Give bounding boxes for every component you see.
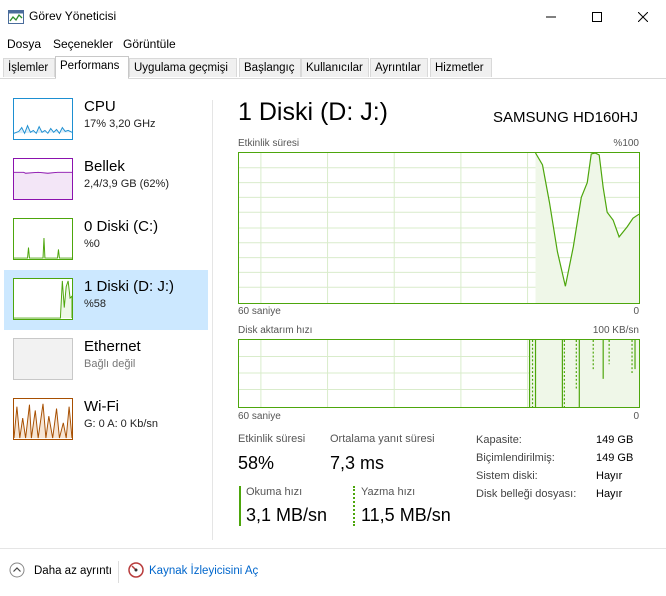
tab-users[interactable]: Kullanıcılar xyxy=(301,58,369,77)
disk0-thumbnail-graph xyxy=(13,218,73,260)
footer-divider xyxy=(118,561,119,583)
close-icon xyxy=(638,11,648,22)
ethernet-thumbnail-graph xyxy=(13,338,73,380)
resource-monitor-icon xyxy=(128,562,144,578)
write-speed-value: 11,5 MB/sn xyxy=(361,505,451,525)
response-time-label: Ortalama yanıt süresi xyxy=(330,433,435,445)
response-time-value: 7,3 ms xyxy=(330,453,385,473)
close-button[interactable] xyxy=(620,0,666,33)
page-file-value: Hayır xyxy=(596,488,623,500)
tab-app-history[interactable]: Uygulama geçmişi xyxy=(129,58,237,77)
active-time-label: Etkinlik süresi xyxy=(238,433,306,445)
active-time-graph xyxy=(238,152,640,304)
menu-file[interactable]: Dosya xyxy=(7,37,41,51)
graph-transfer-left-axis: 60 saniye xyxy=(238,411,281,422)
transfer-rate-graph xyxy=(238,339,640,408)
minimize-icon xyxy=(546,16,556,17)
memory-thumbnail-graph xyxy=(13,158,73,200)
sidebar-item-label: Wi-Fi xyxy=(84,398,119,415)
sidebar-item-subtext: 17% 3,20 GHz xyxy=(84,118,156,130)
graph-active-left-axis: 60 saniye xyxy=(238,306,281,317)
formatted-value: 149 GB xyxy=(596,452,634,464)
disk1-thumbnail-graph xyxy=(13,278,73,320)
task-manager-icon xyxy=(8,10,24,24)
graph-transfer-label: Disk aktarım hızı xyxy=(238,325,313,336)
maximize-icon xyxy=(592,11,602,22)
fewer-details-button[interactable]: Daha az ayrıntı xyxy=(34,565,112,577)
capacity-label: Kapasite: xyxy=(476,434,522,446)
sidebar-item-subtext: %58 xyxy=(84,298,107,310)
sidebar-item-subtext: %0 xyxy=(84,238,100,250)
sidebar-item-cpu[interactable]: CPU 17% 3,20 GHz xyxy=(4,90,208,150)
sidebar-item-ethernet[interactable]: Ethernet Bağlı değil xyxy=(4,330,208,390)
sidebar-item-disk1[interactable]: 1 Diski (D: J:) %58 xyxy=(4,270,208,330)
formatted-label: Biçimlendirilmiş: xyxy=(476,452,555,464)
maximize-button[interactable] xyxy=(574,0,620,33)
tab-strip: İşlemler Performans Uygulama geçmişi Baş… xyxy=(0,56,666,79)
sidebar-item-label: 1 Diski (D: J:) xyxy=(84,278,174,295)
open-resource-monitor-link[interactable]: Kaynak İzleyicisini Aç xyxy=(149,565,258,577)
cpu-thumbnail-graph xyxy=(13,98,73,140)
active-time-value: 58% xyxy=(238,453,275,473)
disk-model: SAMSUNG HD160HJ xyxy=(492,109,638,126)
graph-active-right-axis: 0 xyxy=(633,306,639,317)
resource-sidebar: CPU 17% 3,20 GHz Bellek 2,4/3,9 GB (62%)… xyxy=(0,80,212,540)
read-speed-label: Okuma hızı xyxy=(246,486,303,498)
graph-active-label: Etkinlik süresi xyxy=(238,138,300,149)
sidebar-item-memory[interactable]: Bellek 2,4/3,9 GB (62%) xyxy=(4,150,208,210)
menu-options[interactable]: Seçenekler xyxy=(53,37,113,51)
wifi-thumbnail-graph xyxy=(13,398,73,440)
window-title: Görev Yöneticisi xyxy=(29,9,117,23)
tab-details[interactable]: Ayrıntılar xyxy=(370,58,428,77)
sidebar-divider xyxy=(212,100,213,540)
chevron-up-icon[interactable] xyxy=(9,562,25,578)
read-speed-value: 3,1 MB/sn xyxy=(246,505,328,525)
tab-services[interactable]: Hizmetler xyxy=(430,58,492,77)
system-disk-value: Hayır xyxy=(596,470,623,482)
read-speed-indicator xyxy=(239,486,241,526)
sidebar-item-label: CPU xyxy=(84,98,116,115)
tab-performance[interactable]: Performans xyxy=(55,56,129,79)
sidebar-item-disk0[interactable]: 0 Diski (C:) %0 xyxy=(4,210,208,270)
menu-view[interactable]: Görüntüle xyxy=(123,37,176,51)
tab-processes[interactable]: İşlemler xyxy=(3,58,55,77)
tab-startup[interactable]: Başlangıç xyxy=(239,58,301,77)
sidebar-item-label: Ethernet xyxy=(84,338,141,355)
page-file-label: Disk belleği dosyası: xyxy=(476,488,577,500)
graph-active-max: %100 xyxy=(613,138,639,149)
menu-bar: Dosya Seçenekler Görüntüle xyxy=(0,34,666,54)
sidebar-item-subtext: Bağlı değil xyxy=(84,358,136,370)
minimize-button[interactable] xyxy=(528,0,574,33)
sidebar-item-wifi[interactable]: Wi-Fi G: 0 A: 0 Kb/sn xyxy=(4,390,208,450)
sidebar-item-label: Bellek xyxy=(84,158,125,175)
sidebar-item-subtext: 2,4/3,9 GB (62%) xyxy=(84,178,169,190)
capacity-value: 149 GB xyxy=(596,434,634,446)
graph-transfer-max: 100 KB/sn xyxy=(592,325,639,336)
title-bar: Görev Yöneticisi xyxy=(0,0,666,33)
page-title: 1 Diski (D: J:) xyxy=(238,98,388,126)
footer-bar: Daha az ayrıntı Kaynak İzleyicisini Aç xyxy=(0,548,666,596)
write-speed-label: Yazma hızı xyxy=(361,486,416,498)
system-disk-label: Sistem diski: xyxy=(476,470,538,482)
sidebar-item-subtext: G: 0 A: 0 Kb/sn xyxy=(84,418,158,430)
graph-transfer-right-axis: 0 xyxy=(633,411,639,422)
sidebar-item-label: 0 Diski (C:) xyxy=(84,218,159,235)
write-speed-indicator xyxy=(353,486,355,526)
